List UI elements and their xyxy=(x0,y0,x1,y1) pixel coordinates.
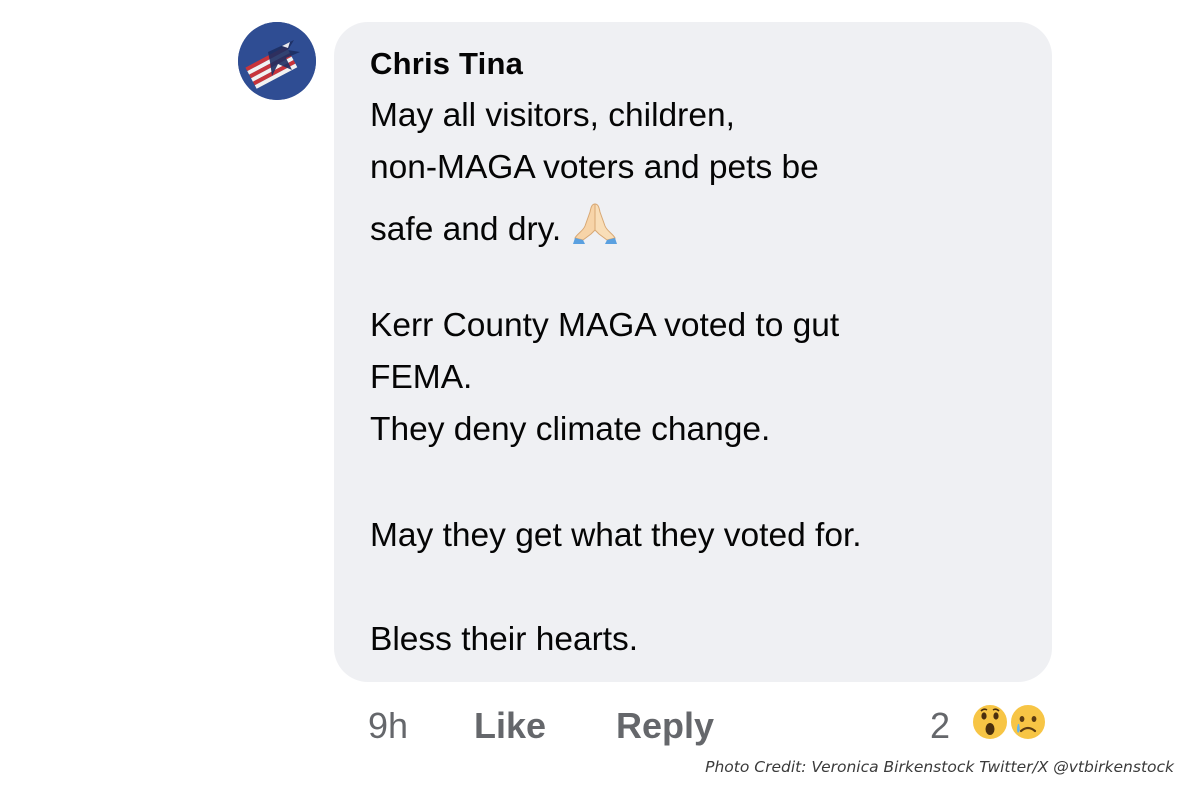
comment-text-line: May all visitors, children, xyxy=(370,97,735,134)
comment-text-line: safe and dry. xyxy=(370,200,619,254)
comment-text-line: non-MAGA voters and pets be xyxy=(370,149,819,186)
wow-face-icon[interactable] xyxy=(970,702,1010,742)
comment-author[interactable]: Chris Tina xyxy=(370,46,523,82)
flag-eagle-icon xyxy=(238,22,316,100)
comment-text-line: FEMA. xyxy=(370,359,473,396)
comment-text-line: May they get what they voted for. xyxy=(370,517,862,554)
comment-screenshot: Chris Tina May all visitors, children, n… xyxy=(0,0,1200,800)
folded-hands-icon xyxy=(571,200,619,254)
comment-timestamp[interactable]: 9h xyxy=(368,704,408,748)
comment-text-segment: safe and dry. xyxy=(370,211,562,248)
like-button[interactable]: Like xyxy=(474,704,546,748)
comment-text-line: Bless their hearts. xyxy=(370,621,639,658)
sad-face-icon[interactable] xyxy=(1008,702,1048,742)
comment-text-line: They deny climate change. xyxy=(370,411,771,448)
reply-button[interactable]: Reply xyxy=(616,704,714,748)
photo-credit: Photo Credit: Veronica Birkenstock Twitt… xyxy=(705,758,1174,776)
comment-text-line: Kerr County MAGA voted to gut xyxy=(370,307,840,344)
avatar[interactable] xyxy=(238,22,316,100)
reaction-count[interactable]: 2 xyxy=(930,704,950,748)
